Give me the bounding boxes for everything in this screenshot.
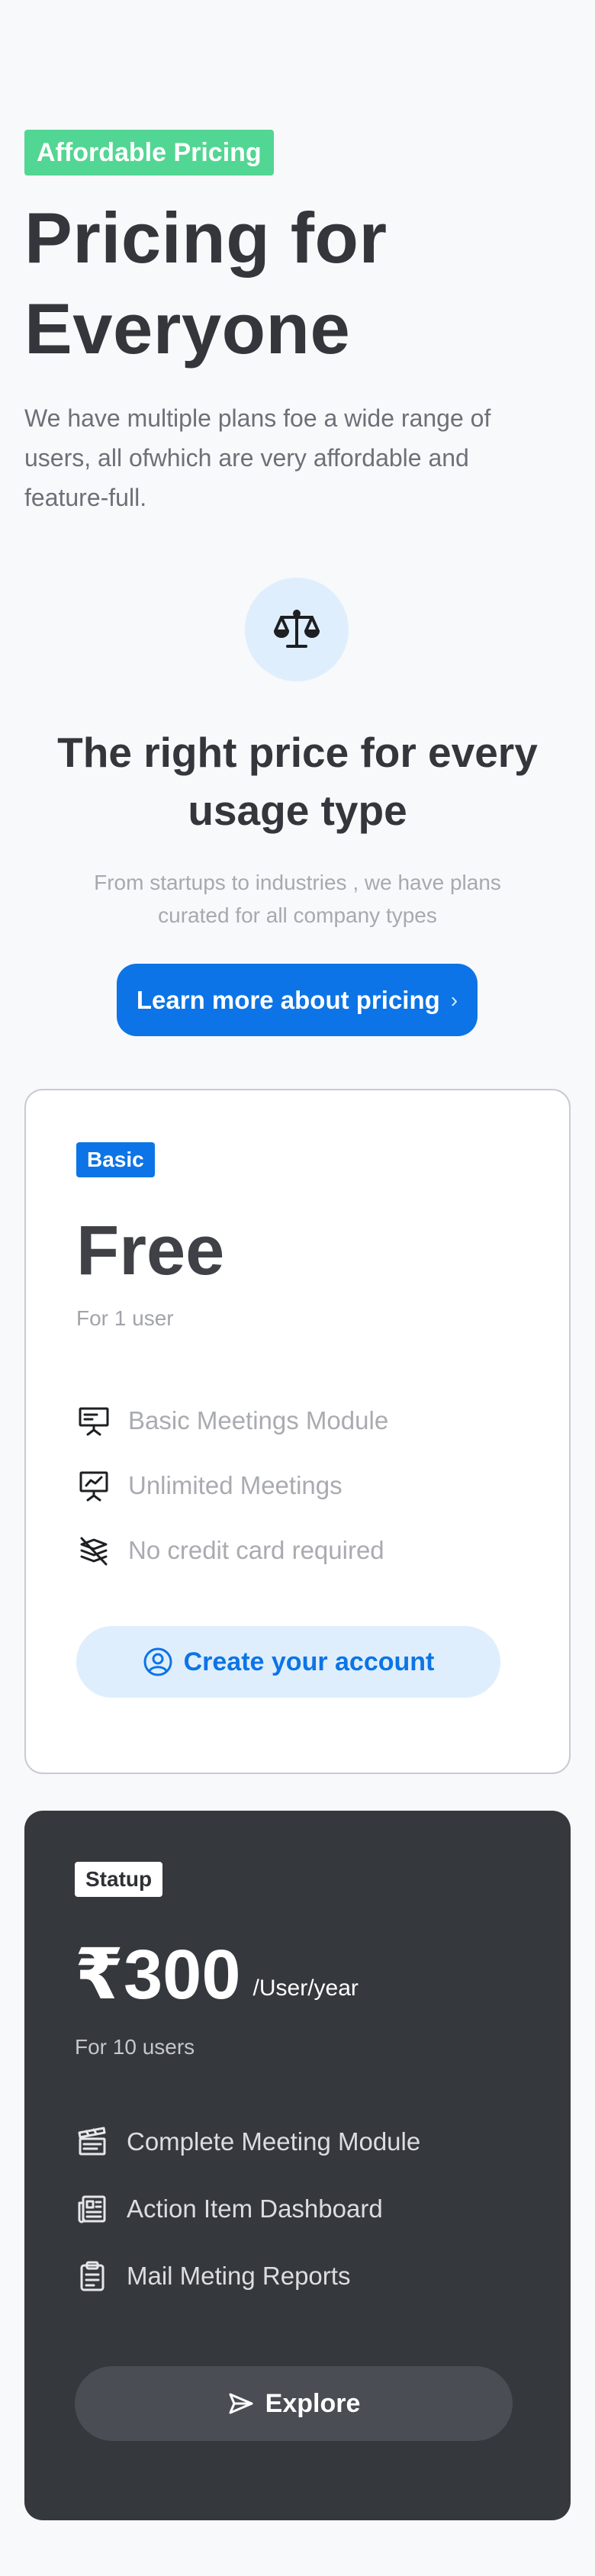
feature-item: No credit card required <box>76 1528 388 1573</box>
plan-features-startup: Complete Meeting Module Action Item Dash… <box>75 2119 420 2320</box>
plan-price-startup: ₹300 <box>75 1936 241 2014</box>
create-account-button[interactable]: Create your account <box>76 1626 500 1698</box>
feature-label: Basic Meetings Module <box>128 1406 389 1435</box>
clapperboard-icon <box>75 2124 110 2159</box>
feature-item: Mail Meting Reports <box>75 2253 420 2299</box>
scale-icon-circle <box>245 578 349 681</box>
feature-description: From startups to industries , we have pl… <box>94 871 501 927</box>
feature-item: Unlimited Meetings <box>76 1463 388 1509</box>
plan-price-row-startup: ₹300 /User/year <box>75 1933 359 2017</box>
plan-price-unit-startup: /User/year <box>252 1975 359 2001</box>
pricing-page: Affordable Pricing Pricing for Everyone … <box>0 0 595 2576</box>
scale-balance-icon <box>274 610 320 648</box>
feature-item: Action Item Dashboard <box>75 2186 420 2232</box>
plan-badge-startup: Statup <box>75 1862 163 1897</box>
feature-item: Complete Meeting Module <box>75 2119 420 2165</box>
plan-price-basic: Free <box>76 1212 225 1290</box>
page-title: Pricing for Everyone <box>24 192 571 374</box>
page-title-line2: Everyone <box>24 288 351 369</box>
plan-subtitle-startup: For 10 users <box>75 2035 195 2059</box>
learn-more-pricing-button[interactable]: Learn more about pricing › <box>117 964 478 1036</box>
clipboard-icon <box>75 2259 110 2294</box>
hero-section: Affordable Pricing Pricing for Everyone … <box>24 130 571 517</box>
plan-card-basic: Basic Free For 1 user Basic Meetings Mod… <box>24 1089 571 1774</box>
user-circle-icon <box>143 1647 172 1676</box>
affordable-pricing-badge: Affordable Pricing <box>24 130 274 175</box>
no-credit-card-icon <box>76 1533 111 1568</box>
learn-more-pricing-label: Learn more about pricing <box>136 985 440 1014</box>
feature-title: The right price for every usage type <box>57 729 538 834</box>
feature-item: Basic Meetings Module <box>76 1398 388 1444</box>
feature-label: Mail Meting Reports <box>127 2262 351 2290</box>
feature-label: Unlimited Meetings <box>128 1471 343 1499</box>
plan-subtitle-basic: For 1 user <box>76 1306 174 1330</box>
send-icon <box>229 2393 253 2414</box>
dashboard-icon <box>75 2191 110 2227</box>
create-account-label: Create your account <box>183 1647 435 1676</box>
chevron-right-icon: › <box>450 987 458 1012</box>
plan-card-startup: Statup ₹300 /User/year For 10 users Comp… <box>24 1811 571 2520</box>
chart-board-icon <box>76 1468 111 1503</box>
feature-label: No credit card required <box>128 1536 384 1564</box>
presentation-icon <box>76 1403 111 1438</box>
page-title-line1: Pricing for <box>24 198 388 278</box>
feature-label: Action Item Dashboard <box>127 2194 383 2223</box>
hero-description: We have multiple plans foe a wide range … <box>24 404 491 511</box>
plan-features-basic: Basic Meetings Module Unlimited Meetings <box>76 1398 388 1592</box>
explore-label: Explore <box>265 2388 361 2418</box>
plan-badge-basic: Basic <box>76 1142 155 1177</box>
explore-button[interactable]: Explore <box>75 2366 513 2441</box>
feature-label: Complete Meeting Module <box>127 2127 421 2156</box>
